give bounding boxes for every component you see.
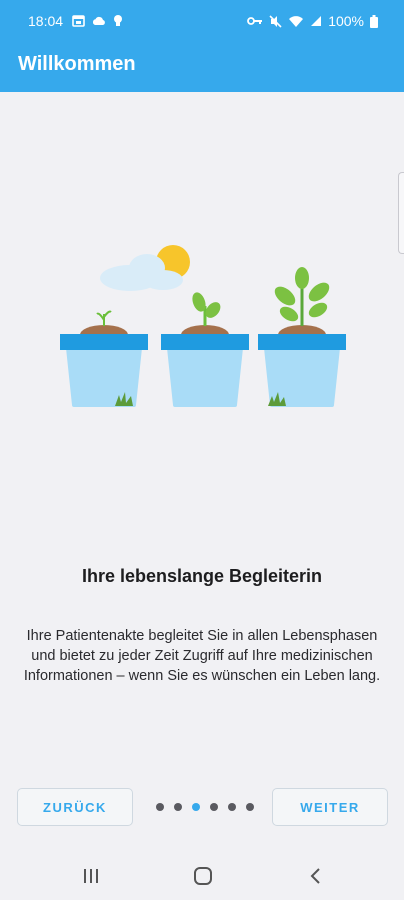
plant-pots-illustration xyxy=(60,245,346,407)
battery-icon xyxy=(370,14,378,28)
mute-icon xyxy=(269,14,282,28)
pot-large-plant xyxy=(258,267,346,407)
wifi-icon xyxy=(288,15,304,28)
scroll-edge-handle[interactable] xyxy=(398,172,404,254)
onboarding-content xyxy=(0,92,404,852)
status-time: 18:04 xyxy=(28,13,64,29)
home-icon[interactable] xyxy=(193,866,213,891)
onboarding-heading: Ihre lebenslange Begleiterin xyxy=(81,566,323,586)
page-dot xyxy=(228,803,236,811)
signal-icon xyxy=(310,15,322,27)
pot-small-plant xyxy=(161,292,249,407)
app-bar: Willkommen xyxy=(0,42,404,92)
page-dot-active xyxy=(192,803,200,811)
page-dot xyxy=(246,803,254,811)
page-indicator xyxy=(156,803,254,811)
recent-apps-icon[interactable] xyxy=(82,866,100,891)
pot-sprout xyxy=(60,310,148,407)
next-button[interactable]: WEITER xyxy=(272,788,388,826)
back-icon[interactable] xyxy=(308,866,322,891)
key-icon xyxy=(247,16,263,26)
page-dot xyxy=(210,803,218,811)
back-button[interactable]: ZURÜCK xyxy=(17,788,133,826)
status-bar: 18:04 100% xyxy=(0,0,404,42)
cloud-icon xyxy=(92,16,106,26)
page-dot xyxy=(174,803,182,811)
calendar-icon xyxy=(72,14,85,27)
lightbulb-icon xyxy=(113,14,123,27)
system-nav-bar xyxy=(0,852,404,900)
onboarding-description: Ihre Patientenakte begleitet Sie in alle… xyxy=(23,628,381,684)
page-title: Willkommen xyxy=(18,53,136,75)
battery-text: 100% xyxy=(328,13,364,29)
page-dot xyxy=(156,803,164,811)
